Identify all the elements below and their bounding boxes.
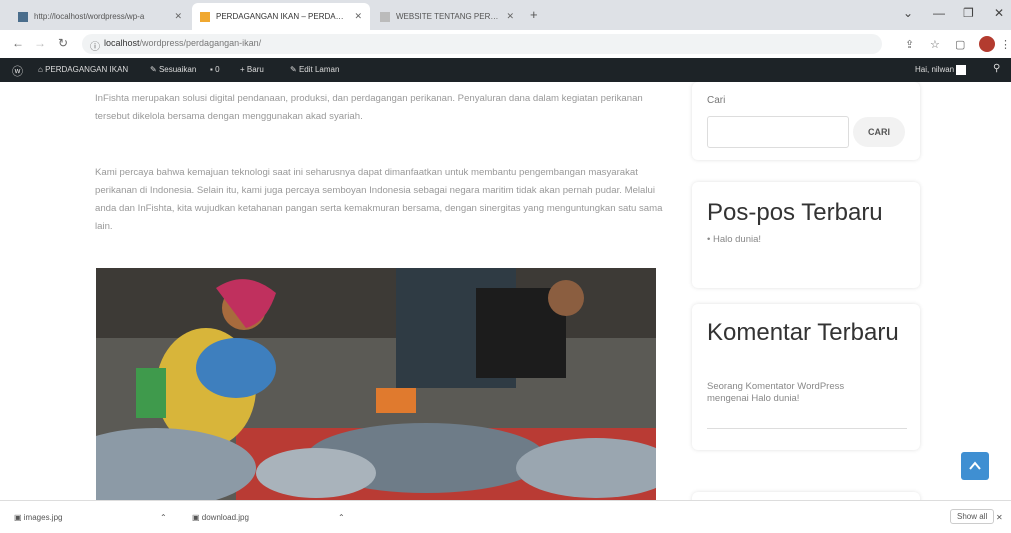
article-paragraph-1: InFishta merupakan solusi digital pendan… [95, 93, 643, 122]
recent-comments-title: Komentar Terbaru [707, 319, 899, 346]
menu-icon[interactable]: ⋮ [1000, 38, 1011, 51]
maximize-icon[interactable]: ❐ [963, 6, 974, 20]
reload-icon[interactable]: ↻ [58, 36, 68, 50]
favicon-icon [380, 11, 390, 22]
url-host: localhost [104, 38, 140, 48]
download-filename: download.jpg [201, 513, 249, 522]
account-link[interactable]: Hai, nilwan [915, 65, 967, 75]
close-window-icon[interactable]: ✕ [994, 6, 1004, 20]
home-icon: ⌂ [38, 65, 46, 74]
wp-admin-bar: ⓦ ⌂ PERDAGANGAN IKAN ✎ Sesuaikan ▪ 0 + B… [0, 58, 1011, 82]
search-input[interactable] [707, 116, 849, 148]
scroll-to-top-button[interactable] [961, 452, 989, 480]
url-input[interactable]: ⓘ localhost/wordpress/perdagangan-ikan/ [82, 34, 882, 54]
edit-label: Edit Laman [298, 65, 340, 74]
minimize-icon[interactable]: — [933, 6, 945, 20]
customize-label: Sesuaikan [158, 65, 197, 74]
new-content-link[interactable]: + Baru [240, 65, 264, 74]
favicon-icon [200, 11, 210, 22]
download-item-2[interactable]: ▣ download.jpg [192, 513, 249, 522]
share-icon[interactable]: ⇪ [905, 38, 914, 51]
fish-market-photo-art [96, 268, 656, 500]
new-tab-button[interactable]: + [530, 7, 538, 22]
download-options-icon[interactable]: ⌃ [160, 513, 167, 522]
new-label: Baru [246, 65, 264, 74]
recent-posts-title: Pos-pos Terbaru [707, 199, 883, 226]
brush-icon: ✎ [150, 65, 159, 74]
customize-link[interactable]: ✎ Sesuaikan [150, 65, 196, 74]
widget-divider [707, 428, 907, 429]
close-tab-icon[interactable]: ✕ [354, 11, 362, 22]
chevron-up-icon [969, 461, 981, 470]
forward-icon[interactable]: → [34, 36, 46, 50]
site-name: PERDAGANGAN IKAN [45, 65, 129, 74]
recent-post-link[interactable]: Halo dunia! [713, 234, 761, 245]
tab-search-icon[interactable]: ⌄ [903, 6, 913, 20]
search-icon[interactable]: ⚲ [993, 63, 1000, 74]
favicon-icon [18, 11, 28, 22]
image-file-icon: ▣ [14, 513, 24, 522]
download-options-icon[interactable]: ⌃ [338, 513, 345, 522]
search-button[interactable]: CARI [853, 117, 905, 147]
download-item-1[interactable]: ▣ images.jpg [14, 513, 62, 522]
site-name-link[interactable]: ⌂ PERDAGANGAN IKAN [38, 65, 128, 74]
wordpress-logo-icon[interactable]: ⓦ [12, 63, 23, 79]
search-label: Cari [707, 95, 726, 106]
tab-title: http://localhost/wordpress/wp-a [34, 12, 145, 21]
bookmark-star-icon[interactable]: ☆ [930, 38, 940, 51]
profile-avatar[interactable] [979, 36, 995, 52]
page-content: InFishta merupakan solusi digital pendan… [0, 82, 1011, 500]
url-text: localhost/wordpress/perdagangan-ikan/ [104, 38, 261, 48]
close-download-bar-icon[interactable]: ✕ [996, 513, 1003, 522]
tab-title: PERDAGANGAN IKAN – PERDAGAN [216, 12, 349, 21]
comment-author-link[interactable]: Seorang Komentator WordPress [707, 381, 912, 392]
pencil-icon: ✎ [290, 65, 299, 74]
tab-1[interactable]: http://localhost/wordpress/wp-a ✕ [10, 3, 190, 30]
tab-title: WEBSITE TENTANG PERDAGANG [396, 12, 500, 21]
comments-count: 0 [215, 65, 220, 74]
url-path: /wordpress/perdagangan-ikan/ [139, 38, 262, 48]
browser-tab-bar: http://localhost/wordpress/wp-a ✕ PERDAG… [0, 0, 1011, 30]
fish-market-photo [96, 268, 656, 500]
plus-icon: + [240, 65, 247, 74]
sidebar-icon[interactable]: ▢ [955, 38, 965, 51]
download-filename: images.jpg [23, 513, 63, 522]
show-all-downloads-button[interactable]: Show all [950, 509, 995, 524]
user-avatar [956, 65, 967, 75]
download-bar: ▣ images.jpg ⌃ ▣ download.jpg ⌃ Show all… [0, 500, 1011, 533]
comments-link[interactable]: ▪ 0 [210, 65, 220, 74]
back-icon[interactable]: ← [12, 36, 24, 50]
address-bar-row: ← → ↻ ⓘ localhost/wordpress/perdagangan-… [0, 30, 1011, 59]
close-tab-icon[interactable]: ✕ [174, 11, 182, 22]
tab-2[interactable]: PERDAGANGAN IKAN – PERDAGAN ✕ [192, 3, 370, 30]
greeting: Hai, nilwan [915, 65, 955, 75]
tab-3[interactable]: WEBSITE TENTANG PERDAGANG ✕ [372, 3, 522, 30]
edit-page-link[interactable]: ✎ Edit Laman [290, 65, 339, 74]
close-tab-icon[interactable]: ✕ [506, 11, 514, 22]
next-widget [692, 492, 920, 500]
site-info-icon[interactable]: ⓘ [90, 38, 100, 53]
image-file-icon: ▣ [192, 513, 202, 522]
article-paragraph-2: Kami percaya bahwa kemajuan teknologi sa… [95, 167, 663, 232]
comment-post-link[interactable]: mengenai Halo dunia! [707, 393, 799, 404]
recent-post-item[interactable]: • Halo dunia! [707, 234, 761, 245]
